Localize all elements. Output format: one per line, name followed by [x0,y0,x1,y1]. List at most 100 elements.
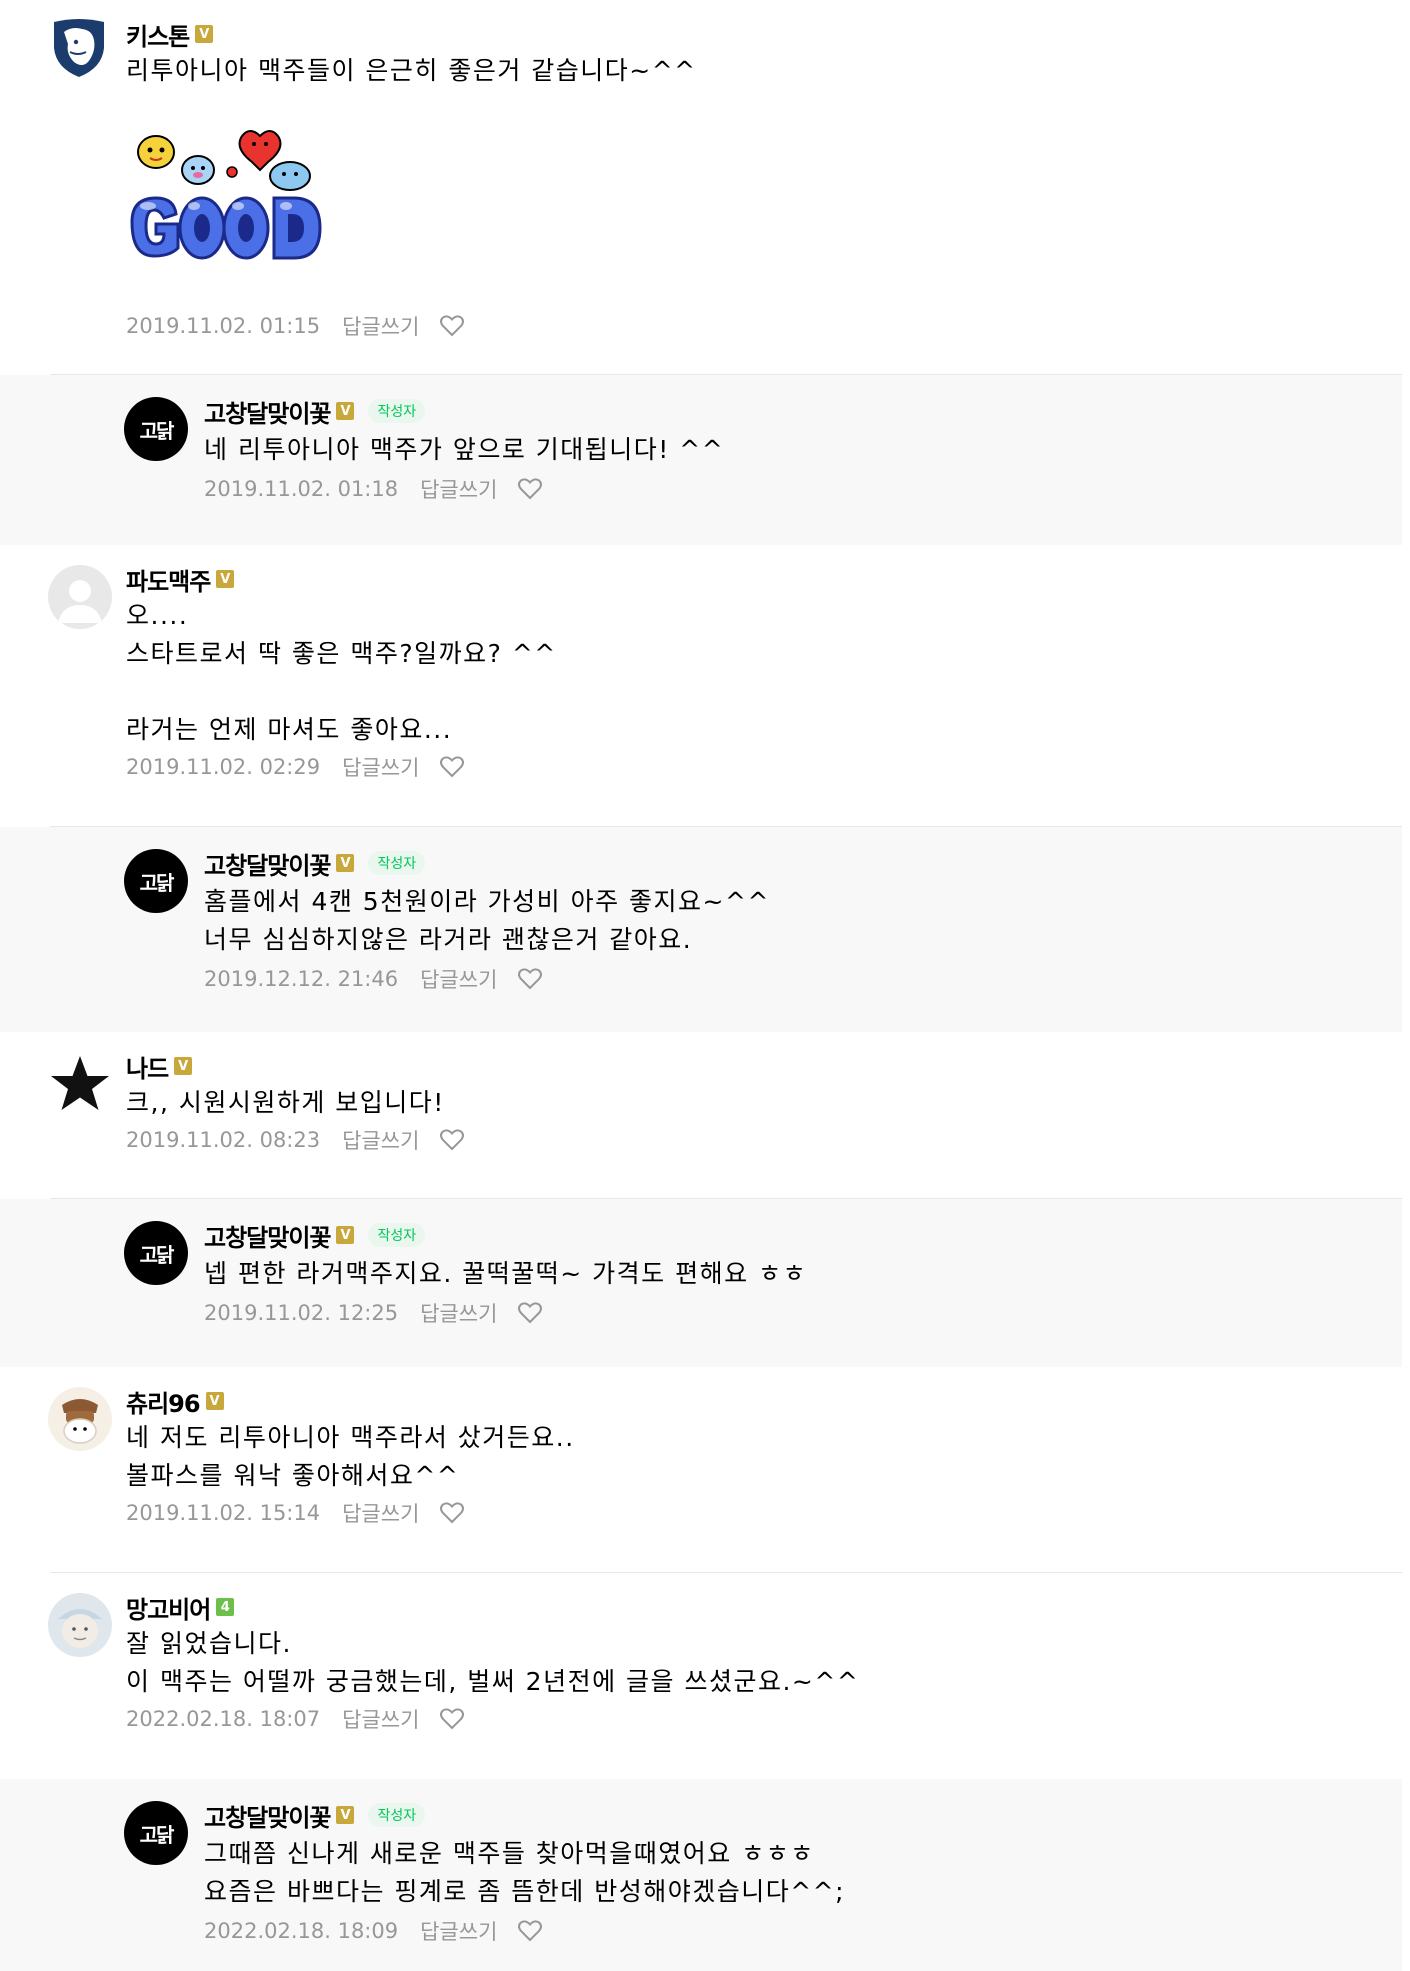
heart-icon [518,478,543,500]
nickname[interactable]: 키스톤 [126,17,190,52]
comment-date: 2019.11.02. 08:23 [126,1128,321,1152]
like-button[interactable] [439,314,465,338]
reply-button[interactable]: 답글쓰기 [342,311,419,341]
reply-button[interactable]: 답글쓰기 [420,964,497,994]
like-button[interactable] [439,1501,465,1525]
comment-text: 홈플에서 4캔 5천원이라 가성비 아주 좋지요~^^ 너무 심심하지않은 라거… [204,887,770,954]
level-badge: V [336,1226,355,1244]
level-badge: V [216,570,235,588]
default-person-icon [58,580,102,623]
comment-meta: 2019.11.02. 01:18 답글쓰기 [204,471,1382,507]
comment-date: 2019.12.12. 21:46 [204,967,399,991]
reply-button[interactable]: 답글쓰기 [342,752,419,782]
reply-item: 고닭 고창달맞이꽃 V 작성자 홈플에서 4캔 5천원이라 가성비 아주 좋지요… [0,827,1402,1032]
avatar[interactable] [48,1593,112,1657]
comment-meta: 2019.11.02. 01:15 답글쓰기 [126,308,1382,344]
comment-item: 파도맥주 V 오.... 스타트로서 딱 좋은 맥주?일까요? ^^ 라거는 언… [0,545,1402,827]
comment-text: 리투아니아 맥주들이 은근히 좋은거 같습니다~^^ [126,56,697,85]
level-badge: 4 [216,1598,235,1616]
heart-icon [518,1302,543,1324]
comment-date: 2019.11.02. 02:29 [126,755,321,779]
like-button[interactable] [517,967,543,991]
nickname[interactable]: 고창달맞이꽃 [204,1798,331,1833]
avatar[interactable]: 고닭 [124,1221,188,1285]
heart-character-icon [238,130,282,172]
reply-item: 고닭 고창달맞이꽃 V 작성자 넵 편한 라거맥주지요. 꿀떡꿀떡~ 가격도 편… [0,1199,1402,1367]
level-badge: V [336,1806,355,1824]
avatar[interactable] [52,18,116,82]
avatar[interactable] [48,565,112,629]
bear-icon [62,1399,98,1444]
avatar[interactable]: 고닭 [124,1801,188,1865]
avatar[interactable]: 고닭 [124,849,188,913]
comment-body: 츄리96 V 네 저도 리투아니아 맥주라서 샀거든요.. 볼파스를 워낙 좋아… [126,1383,1382,1531]
like-button[interactable] [517,1301,543,1325]
nickname[interactable]: 고창달맞이꽃 [204,394,331,429]
heart-icon [440,1129,465,1151]
like-button[interactable] [439,1128,465,1152]
heart-icon [440,756,465,778]
comment-date: 2019.11.02. 01:15 [126,314,321,338]
sticker-character-icon [137,135,175,169]
level-badge: V [195,25,214,43]
heart-icon [518,1920,543,1942]
avatar-logo-text: 고닭 [139,1242,175,1267]
comment-text: 네 저도 리투아니아 맥주라서 샀거든요.. 볼파스를 워낙 좋아해서요^^ [126,1423,575,1490]
comment-list: 키스톤 V 리투아니아 맥주들이 은근히 좋은거 같습니다~^^ 2019.11… [0,0,1410,1971]
comment-text: 네 리투아니아 맥주가 앞으로 기대됩니다! ^^ [204,435,725,464]
comment-body: 파도맥주 V 오.... 스타트로서 딱 좋은 맥주?일까요? ^^ 라거는 언… [126,561,1382,785]
nickname[interactable]: 고창달맞이꽃 [204,1218,331,1253]
reply-button[interactable]: 답글쓰기 [420,474,497,504]
author-tag: 작성자 [368,1223,426,1247]
comment-item: 키스톤 V 리투아니아 맥주들이 은근히 좋은거 같습니다~^^ 2019.11… [0,0,1402,375]
reply-button[interactable]: 답글쓰기 [420,1916,497,1946]
nickname[interactable]: 파도맥주 [126,562,211,597]
reply-button[interactable]: 답글쓰기 [420,1298,497,1328]
author-tag: 작성자 [368,399,426,423]
like-button[interactable] [517,477,543,501]
like-button[interactable] [439,755,465,779]
author-tag: 작성자 [368,851,426,875]
avatar[interactable] [48,1052,112,1116]
comment-meta: 2022.02.18. 18:09 답글쓰기 [204,1913,1382,1949]
comment-date: 2019.11.02. 01:18 [204,477,399,501]
comment-meta: 2019.11.02. 02:29 답글쓰기 [126,749,1382,785]
level-badge: V [205,1392,224,1410]
comment-text: 넵 편한 라거맥주지요. 꿀떡꿀떡~ 가격도 편해요 ㅎㅎ [204,1259,808,1288]
author-tag: 작성자 [368,1803,426,1827]
reply-button[interactable]: 답글쓰기 [342,1125,419,1155]
level-badge: V [174,1057,193,1075]
comment-body: 키스톤 V 리투아니아 맥주들이 은근히 좋은거 같습니다~^^ 2019.11… [126,16,1382,344]
comment-meta: 2019.11.02. 12:25 답글쓰기 [204,1295,1382,1331]
comment-date: 2022.02.18. 18:07 [126,1707,321,1731]
nickname[interactable]: 망고비어 [126,1590,211,1625]
reply-button[interactable]: 답글쓰기 [342,1704,419,1734]
comment-body: 고창달맞이꽃 V 작성자 그때쯤 신나게 새로운 맥주들 찾아먹을때였어요 ㅎㅎ… [204,1797,1382,1949]
avatar[interactable]: 고닭 [124,397,188,461]
like-button[interactable] [517,1919,543,1943]
nickname[interactable]: 나드 [126,1049,169,1084]
comment-body: 고창달맞이꽃 V 작성자 넵 편한 라거맥주지요. 꿀떡꿀떡~ 가격도 편해요 … [204,1217,1382,1331]
comment-text: 그때쯤 신나게 새로운 맥주들 찾아먹을때였어요 ㅎㅎㅎ 요즘은 바쁘다는 핑계… [204,1839,846,1906]
nickname[interactable]: 고창달맞이꽃 [204,846,331,881]
comment-body: 망고비어 4 잘 읽었습니다. 이 맥주는 어떨까 궁금했는데, 벌써 2년전에… [126,1589,1382,1737]
comment-item: 츄리96 V 네 저도 리투아니아 맥주라서 샀거든요.. 볼파스를 워낙 좋아… [0,1367,1402,1573]
heart-icon [440,1708,465,1730]
comment-meta: 2019.12.12. 21:46 답글쓰기 [204,961,1382,997]
nickname[interactable]: 츄리96 [126,1384,201,1419]
comment-body: 고창달맞이꽃 V 작성자 네 리투아니아 맥주가 앞으로 기대됩니다! ^^ 2… [204,393,1382,507]
comment-text: 크,, 시원시원하게 보입니다! [126,1088,445,1117]
comment-date: 2019.11.02. 12:25 [204,1301,399,1325]
comment-item: 망고비어 4 잘 읽었습니다. 이 맥주는 어떨까 궁금했는데, 벌써 2년전에… [0,1573,1402,1779]
level-badge: V [336,854,355,872]
comment-meta: 2019.11.02. 15:14 답글쓰기 [126,1495,1382,1531]
comment-text: 잘 읽었습니다. 이 맥주는 어떨까 궁금했는데, 벌써 2년전에 글을 쓰셨군… [126,1629,860,1696]
face-icon [58,1609,102,1648]
reply-button[interactable]: 답글쓰기 [342,1498,419,1528]
comment-text: 오.... 스타트로서 딱 좋은 맥주?일까요? ^^ 라거는 언제 마셔도 좋… [126,601,557,744]
avatar[interactable] [48,1387,112,1451]
like-button[interactable] [439,1707,465,1731]
good-sticker [130,130,322,260]
heart-icon [440,1502,465,1524]
level-badge: V [336,402,355,420]
